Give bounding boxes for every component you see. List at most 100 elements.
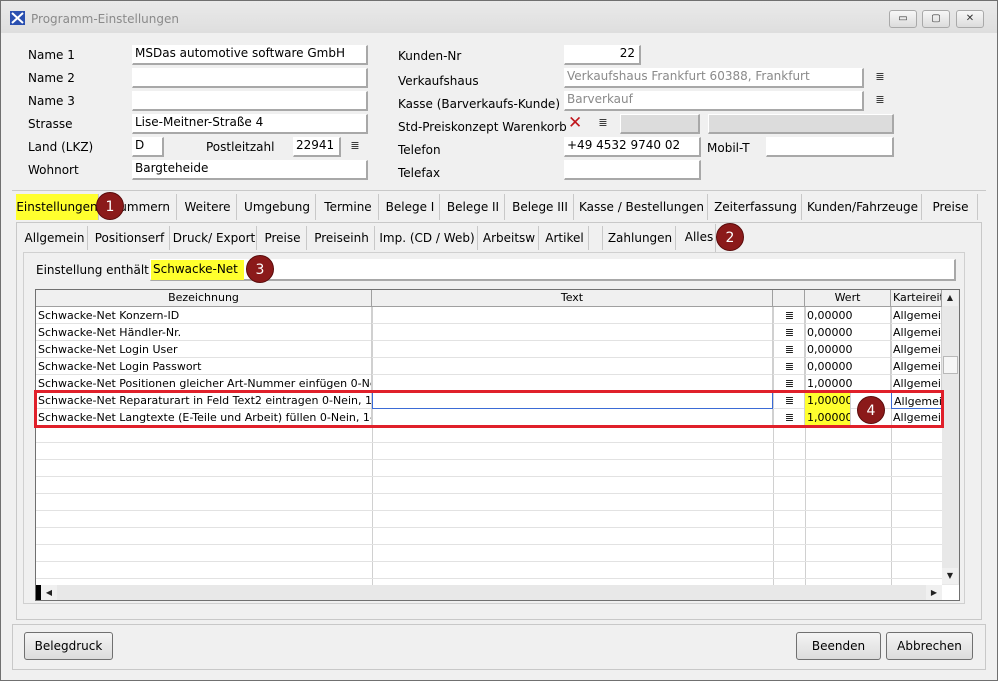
scroll-down-icon[interactable]: ▼ bbox=[942, 568, 958, 584]
close-icon: ✕ bbox=[965, 13, 975, 24]
land-field[interactable]: D bbox=[132, 137, 164, 157]
tab-einstellungen[interactable]: Einstellungen bbox=[16, 194, 99, 220]
filter-input-value[interactable]: Schwacke-Net bbox=[151, 260, 244, 280]
strasse-field[interactable]: Lise-Meitner-Straße 4 bbox=[132, 114, 368, 134]
kasse-field[interactable]: Barverkauf bbox=[564, 91, 864, 111]
settings-grid: Bezeichnung Text Wert Karteireit Schwack… bbox=[35, 289, 960, 601]
subtab-empty[interactable] bbox=[591, 226, 603, 250]
verkaufshaus-field[interactable]: Verkaufshaus Frankfurt 60388, Frankfurt bbox=[564, 68, 864, 88]
highlight-box bbox=[34, 390, 944, 428]
plz-lookup-icon[interactable]: ≣ bbox=[349, 140, 361, 152]
cell-karteireiter: Allgemein bbox=[893, 358, 942, 375]
subtab-preise[interactable]: Preise bbox=[259, 226, 307, 250]
cell-bezeichnung: Schwacke-Net Login User bbox=[36, 341, 372, 358]
cell-karteireiter: Allgemein bbox=[893, 307, 942, 324]
cell-bezeichnung: Schwacke-Net Login Passwort bbox=[36, 358, 372, 375]
empty-row bbox=[36, 426, 942, 443]
empty-row bbox=[36, 477, 942, 494]
col-text[interactable]: Text bbox=[372, 290, 773, 307]
kunden-nr-field[interactable]: 22 bbox=[564, 45, 641, 65]
tab-preise[interactable]: Preise bbox=[924, 194, 978, 220]
name2-field[interactable] bbox=[132, 68, 368, 88]
subtab-imp-cd-web[interactable]: Imp. (CD / Web) bbox=[377, 226, 478, 250]
tab-weitere[interactable]: Weitere bbox=[179, 194, 237, 220]
col-karteireiter[interactable]: Karteireit bbox=[891, 290, 942, 307]
cell-wert[interactable]: 0,00000 bbox=[805, 358, 891, 375]
col-bezeichnung[interactable]: Bezeichnung bbox=[36, 290, 372, 307]
empty-row bbox=[36, 562, 942, 579]
cell-bezeichnung: Schwacke-Net Konzern-ID bbox=[36, 307, 372, 324]
beenden-button[interactable]: Beenden bbox=[796, 632, 881, 660]
subtab-druck-export[interactable]: Druck/ Export bbox=[172, 226, 257, 250]
table-row[interactable]: Schwacke-Net Login User ≣ 0,00000 Allgem… bbox=[36, 341, 942, 358]
plz-field[interactable]: 22941 bbox=[293, 137, 341, 157]
table-row[interactable]: Schwacke-Net Login Passwort ≣ 0,00000 Al… bbox=[36, 358, 942, 375]
row-lines-icon[interactable]: ≣ bbox=[773, 324, 805, 341]
tab-umgebung[interactable]: Umgebung bbox=[239, 194, 316, 220]
empty-row bbox=[36, 443, 942, 460]
telefax-label: Telefax bbox=[398, 166, 441, 180]
step-badge-2: 2 bbox=[716, 223, 744, 251]
tab-belege-2[interactable]: Belege II bbox=[442, 194, 505, 220]
row-lines-icon[interactable]: ≣ bbox=[773, 341, 805, 358]
subtab-positionserf[interactable]: Positionserf bbox=[90, 226, 170, 250]
scroll-up-icon[interactable]: ▲ bbox=[942, 290, 958, 306]
tab-kunden-fahrzeuge[interactable]: Kunden/Fahrzeuge bbox=[804, 194, 922, 220]
subtab-alles[interactable]: Alles bbox=[683, 224, 716, 252]
subtab-preiseinh[interactable]: Preiseinh bbox=[309, 226, 375, 250]
tab-termine[interactable]: Termine bbox=[318, 194, 379, 220]
empty-row bbox=[36, 511, 942, 528]
scroll-right-icon[interactable]: ▶ bbox=[926, 585, 942, 600]
preiskonzept-code-field[interactable] bbox=[620, 114, 700, 134]
kasse-lookup-icon[interactable]: ≣ bbox=[874, 94, 886, 106]
subtab-zahlungen[interactable]: Zahlungen bbox=[605, 226, 676, 250]
preiskonzept-name-field[interactable] bbox=[708, 114, 894, 134]
preiskonzept-lookup-icon[interactable]: ≣ bbox=[597, 117, 609, 129]
cell-text[interactable] bbox=[372, 324, 773, 341]
name1-field[interactable]: MSDas automotive software GmbH bbox=[132, 45, 368, 65]
abbrechen-button[interactable]: Abbrechen bbox=[886, 632, 973, 660]
row-lines-icon[interactable]: ≣ bbox=[773, 307, 805, 324]
col-wert[interactable]: Wert bbox=[805, 290, 891, 307]
tab-belege-3[interactable]: Belege III bbox=[507, 194, 574, 220]
tab-belege-1[interactable]: Belege I bbox=[381, 194, 440, 220]
close-button[interactable]: ✕ bbox=[956, 10, 984, 28]
vertical-scrollbar[interactable] bbox=[942, 290, 959, 585]
cell-text[interactable] bbox=[372, 307, 773, 324]
subtab-allgemein[interactable]: Allgemein bbox=[22, 226, 88, 250]
horizontal-scrollbar[interactable] bbox=[36, 585, 942, 600]
cell-karteireiter: Allgemein bbox=[893, 341, 942, 358]
cell-text[interactable] bbox=[372, 341, 773, 358]
window-title: Programm-Einstellungen bbox=[31, 12, 179, 26]
telefax-field[interactable] bbox=[564, 160, 701, 180]
telefon-field[interactable]: +49 4532 9740 02 bbox=[564, 137, 701, 157]
verkaufshaus-lookup-icon[interactable]: ≣ bbox=[874, 71, 886, 83]
cell-wert[interactable]: 0,00000 bbox=[805, 341, 891, 358]
col-button[interactable] bbox=[773, 290, 805, 307]
vertical-scroll-thumb[interactable] bbox=[943, 356, 958, 374]
name2-label: Name 2 bbox=[28, 71, 75, 85]
mobil-label: Mobil-T bbox=[707, 141, 750, 155]
cell-bezeichnung: Schwacke-Net Händler-Nr. bbox=[36, 324, 372, 341]
cell-wert[interactable]: 0,00000 bbox=[805, 307, 891, 324]
table-row[interactable]: Schwacke-Net Konzern-ID ≣ 0,00000 Allgem… bbox=[36, 307, 942, 324]
wohnort-field[interactable]: Bargteheide bbox=[132, 160, 368, 180]
table-row[interactable]: Schwacke-Net Händler-Nr. ≣ 0,00000 Allge… bbox=[36, 324, 942, 341]
subtab-artikel[interactable]: Artikel bbox=[541, 226, 589, 250]
subtab-arbeitsw[interactable]: Arbeitsw bbox=[480, 226, 539, 250]
kunden-nr-label: Kunden-Nr bbox=[398, 49, 462, 63]
row-lines-icon[interactable]: ≣ bbox=[773, 358, 805, 375]
minimize-button[interactable]: ▭ bbox=[889, 10, 917, 28]
scroll-left-icon[interactable]: ◀ bbox=[41, 585, 57, 600]
maximize-button[interactable]: ▢ bbox=[922, 10, 950, 28]
name3-field[interactable] bbox=[132, 91, 368, 111]
belegdruck-button[interactable]: Belegdruck bbox=[24, 632, 113, 660]
tab-kasse-bestellungen[interactable]: Kasse / Bestellungen bbox=[576, 194, 708, 220]
tab-zeiterfassung[interactable]: Zeiterfassung bbox=[710, 194, 802, 220]
cell-text[interactable] bbox=[372, 358, 773, 375]
preiskonzept-label: Std-Preiskonzept Warenkorb bbox=[398, 120, 567, 134]
maximize-icon: ▢ bbox=[931, 13, 941, 24]
mobil-field[interactable] bbox=[766, 137, 894, 157]
clear-icon[interactable]: ✕ bbox=[568, 114, 584, 132]
cell-wert[interactable]: 0,00000 bbox=[805, 324, 891, 341]
